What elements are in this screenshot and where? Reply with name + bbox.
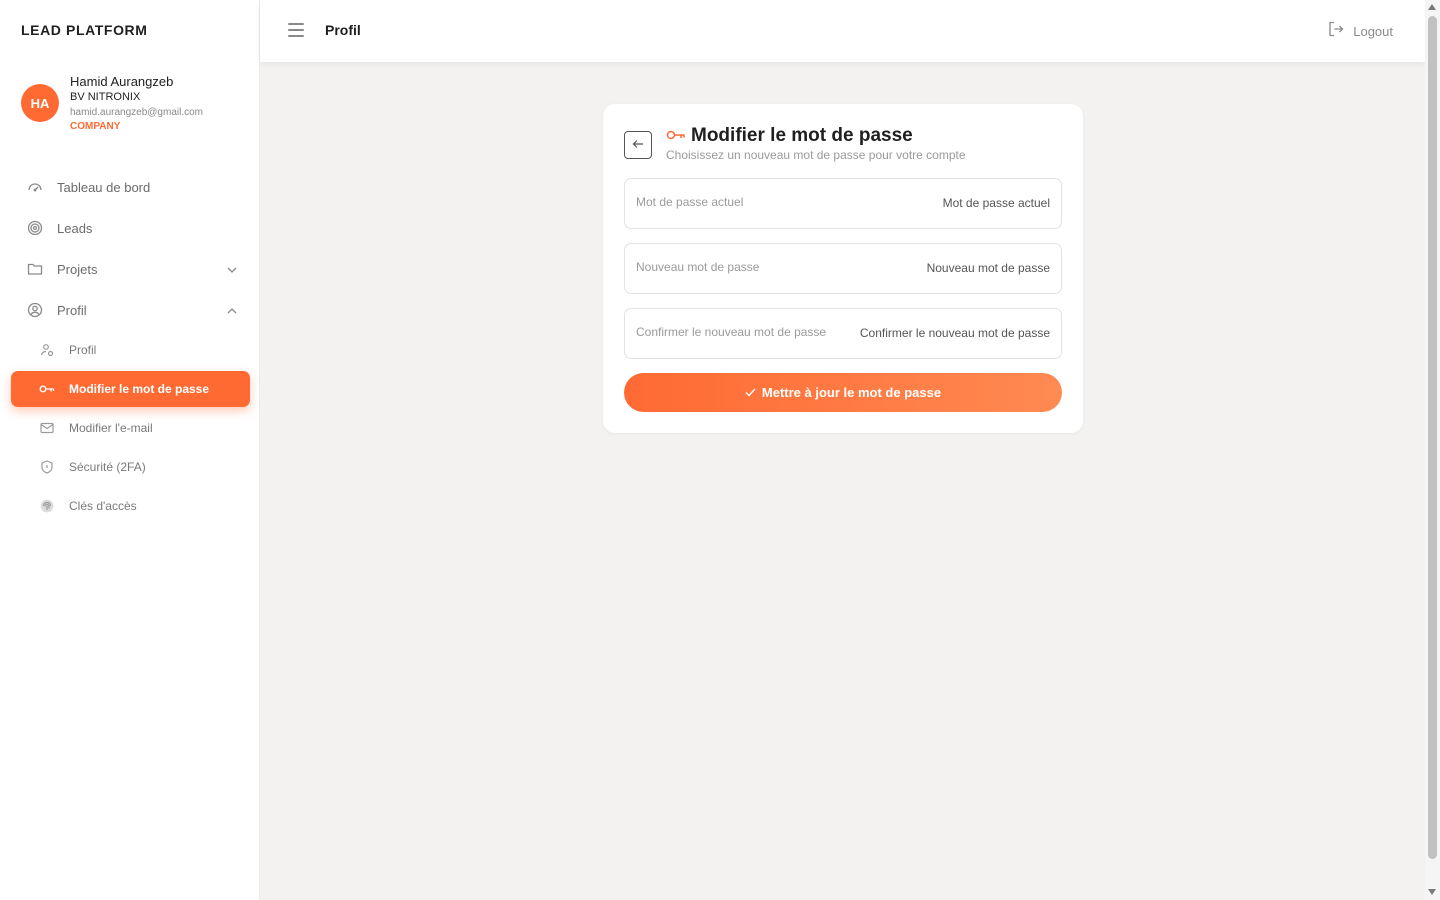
topbar: Profil Logout bbox=[260, 0, 1425, 62]
new-password-field[interactable]: Nouveau mot de passe bbox=[624, 243, 1062, 294]
confirm-password-field[interactable]: Confirmer le nouveau mot de passe bbox=[624, 308, 1062, 359]
chevron-down-icon[interactable] bbox=[226, 263, 238, 275]
sidebar-subitem-label: Clés d'accès bbox=[69, 499, 137, 513]
sidebar-subitem-label: Modifier l'e-mail bbox=[69, 421, 153, 435]
scroll-down-arrow-icon[interactable] bbox=[1428, 889, 1436, 895]
menu-icon[interactable] bbox=[288, 23, 304, 37]
folder-icon bbox=[26, 260, 44, 278]
sidebar-item-projects[interactable]: Projets bbox=[11, 251, 250, 287]
update-password-button[interactable]: Mettre à jour le mot de passe bbox=[624, 373, 1062, 412]
scrollbar-thumb[interactable] bbox=[1428, 16, 1437, 859]
back-button[interactable] bbox=[624, 131, 652, 159]
sidebar-subitem-access-keys[interactable]: Clés d'accès bbox=[11, 488, 250, 524]
user-role: COMPANY bbox=[70, 121, 121, 132]
sidebar-subitem-label: Modifier le mot de passe bbox=[69, 382, 210, 396]
user-email: hamid.aurangzeb@gmail.com bbox=[70, 107, 203, 118]
sidebar-item-dashboard[interactable]: Tableau de bord bbox=[11, 169, 250, 205]
current-password-field[interactable]: Mot de passe actuel bbox=[624, 178, 1062, 229]
sidebar-subitem-label: Sécurité (2FA) bbox=[69, 460, 146, 474]
sidebar-item-leads[interactable]: Leads bbox=[11, 210, 250, 246]
sidebar-item-label: Leads bbox=[57, 220, 93, 236]
sidebar-subitem-change-password[interactable]: Modifier le mot de passe bbox=[11, 371, 250, 407]
key-icon bbox=[666, 128, 686, 142]
scroll-up-arrow-icon[interactable] bbox=[1428, 4, 1436, 10]
sidebar-subitem-security[interactable]: Sécurité (2FA) bbox=[11, 449, 250, 485]
sidebar-item-label: Projets bbox=[57, 261, 98, 277]
sidebar: LEAD PLATFORM HA Hamid Aurangzeb BV NITR… bbox=[0, 0, 260, 900]
logout-button[interactable]: Logout bbox=[1327, 20, 1393, 43]
key-icon bbox=[39, 381, 55, 397]
sidebar-item-label: Tableau de bord bbox=[57, 179, 151, 195]
field-label: Mot de passe actuel bbox=[636, 195, 744, 209]
logout-icon bbox=[1327, 20, 1345, 43]
scrollbar[interactable] bbox=[1425, 0, 1440, 900]
arrow-left-icon bbox=[632, 136, 644, 154]
user-settings-icon bbox=[39, 342, 55, 358]
fingerprint-icon bbox=[39, 498, 55, 514]
sidebar-item-label: Profil bbox=[57, 302, 87, 318]
target-icon bbox=[26, 219, 44, 237]
confirm-password-input[interactable] bbox=[810, 326, 1050, 340]
sidebar-item-profile[interactable]: Profil bbox=[11, 292, 250, 328]
gauge-icon bbox=[26, 178, 44, 196]
update-password-label: Mettre à jour le mot de passe bbox=[761, 385, 942, 400]
check-icon bbox=[745, 388, 756, 397]
sidebar-subitem-profile[interactable]: Profil bbox=[11, 332, 250, 368]
user-name: Hamid Aurangzeb bbox=[70, 74, 174, 89]
envelope-icon bbox=[39, 420, 55, 436]
chevron-up-icon[interactable] bbox=[226, 304, 238, 316]
sidebar-subitem-label: Profil bbox=[69, 343, 97, 357]
field-label: Confirmer le nouveau mot de passe bbox=[636, 325, 827, 339]
new-password-input[interactable] bbox=[810, 261, 1050, 275]
user-company: BV NITRONIX bbox=[70, 91, 141, 103]
logout-label: Logout bbox=[1353, 24, 1393, 39]
sidebar-subitem-change-email[interactable]: Modifier l'e-mail bbox=[11, 410, 250, 446]
avatar[interactable]: HA bbox=[21, 84, 59, 122]
user-circle-icon bbox=[26, 301, 44, 319]
card-title: Modifier le mot de passe bbox=[691, 125, 913, 146]
shield-icon bbox=[39, 459, 55, 475]
current-password-input[interactable] bbox=[810, 196, 1050, 210]
change-password-card: Modifier le mot de passe Choisissez un n… bbox=[603, 104, 1083, 433]
user-card: HA Hamid Aurangzeb BV NITRONIX hamid.aur… bbox=[21, 74, 251, 136]
card-subtitle: Choisissez un nouveau mot de passe pour … bbox=[666, 148, 966, 162]
page-title: Profil bbox=[325, 22, 361, 38]
field-label: Nouveau mot de passe bbox=[636, 260, 760, 274]
brand-logo[interactable]: LEAD PLATFORM bbox=[21, 22, 148, 38]
